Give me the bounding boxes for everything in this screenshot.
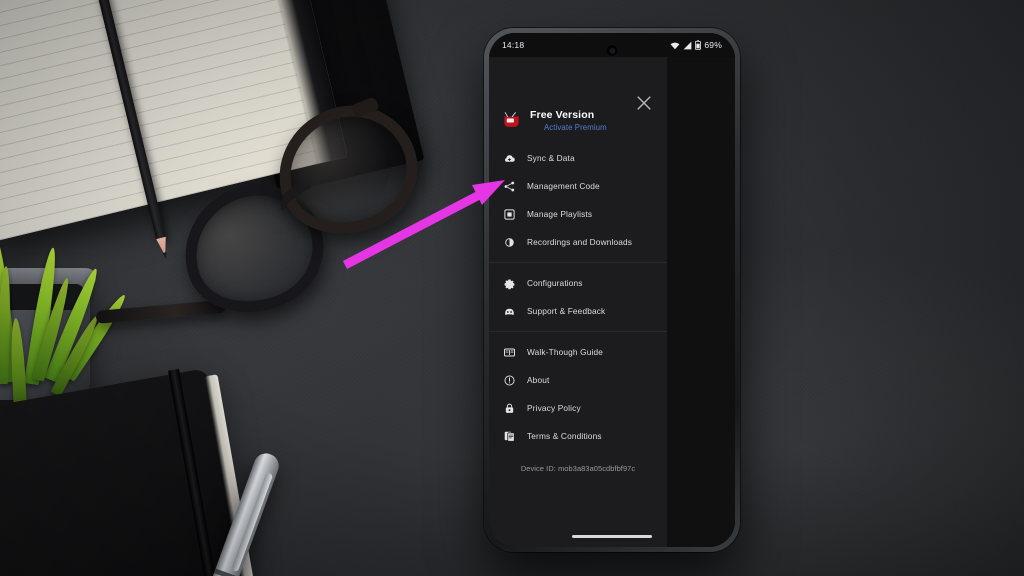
- menu-item-walk-though-guide[interactable]: Walk-Though Guide: [489, 338, 667, 366]
- book-guide-icon: [503, 346, 516, 359]
- menu-item-manage-playlists[interactable]: Manage Playlists: [489, 200, 667, 228]
- menu-item-terms-conditions[interactable]: Terms & Conditions: [489, 422, 667, 450]
- menu-item-label: Terms & Conditions: [527, 431, 602, 441]
- documents-icon: [503, 430, 516, 443]
- menu-item-label: Privacy Policy: [527, 403, 581, 413]
- activate-premium-link[interactable]: Activate Premium: [530, 123, 607, 132]
- smartphone-device: 14:18 69% Free Version Activate Premium …: [484, 28, 740, 552]
- menu-item-label: Walk-Though Guide: [527, 347, 604, 357]
- navigation-drawer: Free Version Activate Premium Sync & Dat…: [489, 57, 667, 547]
- cellular-signal-icon: [684, 41, 692, 49]
- close-icon[interactable]: [634, 93, 654, 113]
- home-indicator-bar[interactable]: [572, 535, 652, 538]
- menu-item-label: About: [527, 375, 550, 385]
- version-title: Free Version: [530, 109, 595, 121]
- share-nodes-icon: [503, 180, 516, 193]
- status-bar-time: 14:18: [502, 40, 525, 50]
- gear-icon: [503, 277, 516, 290]
- lock-icon: [503, 402, 516, 415]
- battery-icon: [695, 40, 702, 50]
- app-logo-icon: [502, 111, 521, 130]
- menu-item-label: Recordings and Downloads: [527, 237, 633, 247]
- discord-support-icon: [503, 305, 516, 318]
- info-circle-icon: [503, 374, 516, 387]
- menu-separator: [489, 331, 667, 332]
- front-camera-punch-hole: [605, 44, 619, 57]
- menu-item-privacy-policy[interactable]: Privacy Policy: [489, 394, 667, 422]
- status-bar-indicators: 69%: [670, 40, 722, 50]
- menu-item-label: Configurations: [527, 278, 583, 288]
- cloud-sync-icon: [503, 152, 516, 165]
- device-id-label: Device ID: mob3a83a05cdbfbf97c: [520, 464, 636, 473]
- menu-item-label: Sync & Data: [527, 153, 575, 163]
- battery-percent-label: 69%: [704, 40, 722, 50]
- menu-item-sync-data[interactable]: Sync & Data: [489, 144, 667, 172]
- phone-screen: 14:18 69% Free Version Activate Premium …: [489, 33, 735, 547]
- menu-item-management-code[interactable]: Management Code: [489, 172, 667, 200]
- playlist-icon: [503, 208, 516, 221]
- menu-item-label: Management Code: [527, 181, 600, 191]
- drawer-scrim[interactable]: [667, 57, 735, 547]
- menu-item-recordings-and-downloads[interactable]: Recordings and Downloads: [489, 228, 667, 256]
- screenshot-stage: 14:18 69% Free Version Activate Premium …: [0, 0, 1024, 576]
- menu-separator: [489, 262, 667, 263]
- menu-item-label: Manage Playlists: [527, 209, 593, 219]
- menu-item-support-feedback[interactable]: Support & Feedback: [489, 297, 667, 325]
- brand-text-block: Free Version Activate Premium: [530, 109, 607, 132]
- phone-bezel: 14:18 69% Free Version Activate Premium …: [489, 33, 735, 547]
- menu-item-label: Support & Feedback: [527, 306, 606, 316]
- menu-item-configurations[interactable]: Configurations: [489, 269, 667, 297]
- record-download-icon: [503, 236, 516, 249]
- wifi-icon: [671, 42, 680, 49]
- menu-item-about[interactable]: About: [489, 366, 667, 394]
- drawer-menu: Sync & Data Management Code Manage Playlis…: [489, 144, 667, 450]
